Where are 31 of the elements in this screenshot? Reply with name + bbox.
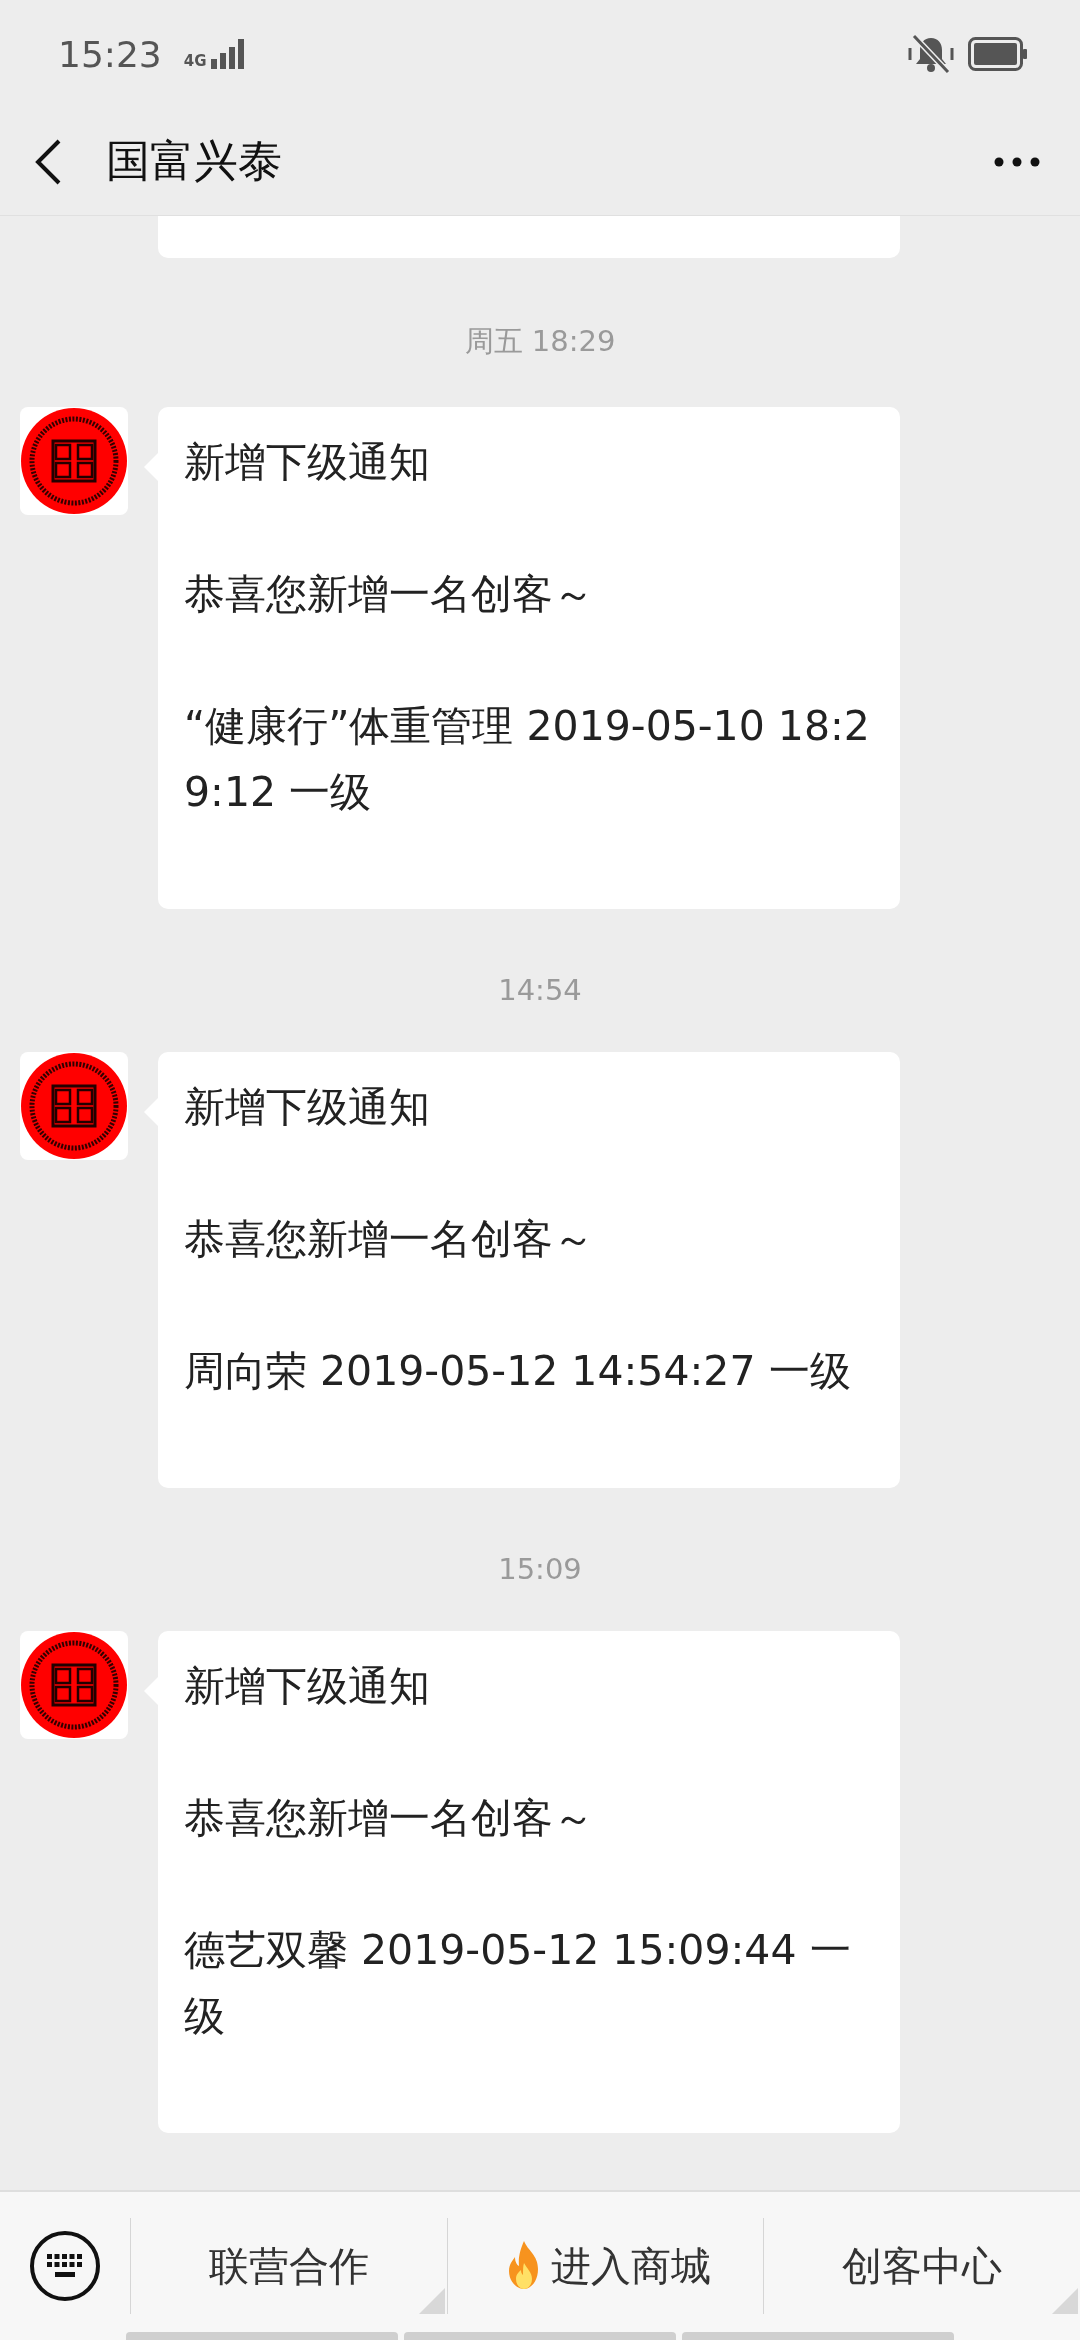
message-title: 新增下级通知 — [184, 1082, 431, 1133]
message-time: 周五 18:29 — [464, 323, 616, 360]
more-icon[interactable] — [994, 156, 1040, 167]
message-detail: 德艺双馨 2019-05-12 15:09:44 一级 — [184, 1925, 852, 2042]
seal-avatar-icon[interactable] — [20, 1052, 128, 1160]
chat-title: 国富兴泰 — [106, 134, 282, 188]
message-bubble[interactable]: 新增下级通知 恭喜您新增一名创客～ 德艺双馨 2019-05-12 15:09:44 一级 — [158, 1631, 900, 2133]
message-title: 新增下级通知 — [184, 437, 431, 488]
message-time: 14:54 — [498, 973, 582, 1007]
message-bubble[interactable]: 新增下级通知 恭喜您新增一名创客～ “健康行”体重管理 2019-05-10 18:29:12 一级 — [158, 407, 900, 909]
menu-button[interactable]: 创客中心 — [763, 2218, 1080, 2314]
message-greeting: 恭喜您新增一名创客～ — [184, 569, 595, 620]
message-detail: “健康行”体重管理 2019-05-10 18:29:12 一级 — [184, 701, 871, 818]
network-type: 4G — [183, 54, 207, 69]
seal-avatar-icon[interactable] — [20, 1631, 128, 1739]
battery-icon — [968, 37, 1028, 71]
message-time: 15:09 — [498, 1552, 582, 1586]
message-title: 新增下级通知 — [184, 1661, 431, 1712]
message-greeting: 恭喜您新增一名创客～ — [184, 1793, 595, 1844]
status-time: 15:23 — [58, 33, 162, 75]
message-greeting: 恭喜您新增一名创客～ — [184, 1214, 595, 1265]
menu-button[interactable]: 联营合作 — [130, 2218, 447, 2314]
message-detail: 周向荣 2019-05-12 14:54:27 一级 — [184, 1346, 852, 1397]
menu-button[interactable]: 进入商城 — [446, 2218, 764, 2314]
message-bubble[interactable]: 新增下级通知 恭喜您新增一名创客～ 周向荣 2019-05-12 14:54:27 一级 — [158, 1052, 900, 1488]
submenu-corner-icon — [418, 2288, 445, 2314]
seal-avatar-icon[interactable] — [20, 407, 128, 515]
signal-icon — [210, 39, 245, 69]
keyboard-icon[interactable] — [29, 2230, 101, 2302]
back-icon[interactable] — [34, 138, 62, 185]
muted-bell-icon — [908, 34, 954, 74]
